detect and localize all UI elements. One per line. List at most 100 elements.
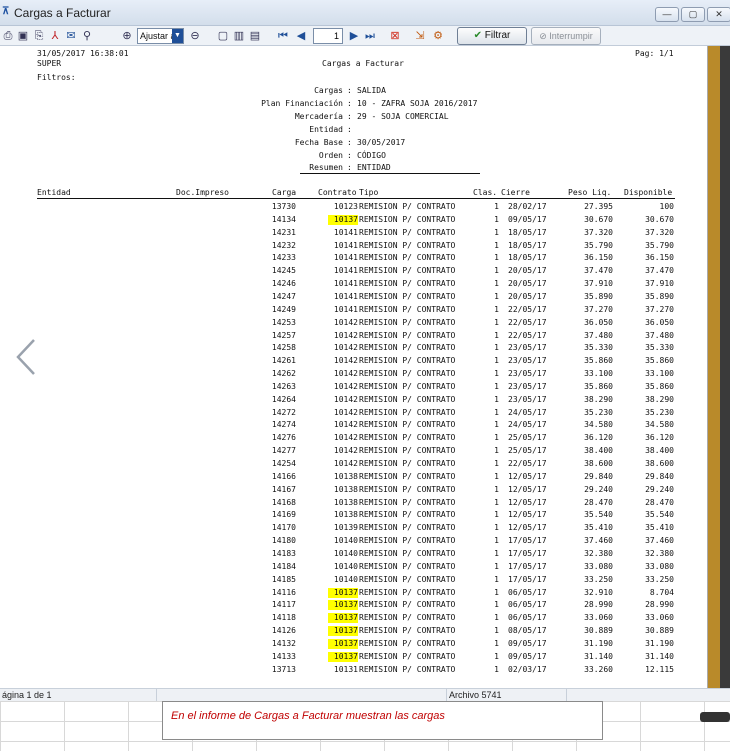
next-page-icon[interactable]: ▶ <box>347 29 361 43</box>
cell-clas: 1 <box>494 471 499 481</box>
prev-page-icon[interactable]: ◀ <box>294 29 308 43</box>
report-user: SUPER <box>37 59 62 68</box>
cell-tipo: REMISION P/ CONTRATO <box>359 343 456 353</box>
cell-carga: 14262 <box>271 369 296 379</box>
cell-cierre: 09/05/17 <box>508 638 547 648</box>
cell-contrato: 10142 <box>333 394 358 404</box>
maximize-button[interactable]: ▢ <box>681 7 705 22</box>
two-pages-icon[interactable]: ▥ <box>232 29 246 43</box>
settings-icon[interactable]: ⚙ <box>431 29 445 43</box>
cell-contrato: 10141 <box>333 253 358 263</box>
cell-contrato: 10138 <box>333 471 358 481</box>
minimize-button[interactable]: — <box>655 7 679 22</box>
cell-tipo: REMISION P/ CONTRATO <box>359 638 456 648</box>
cell-tipo: REMISION P/ CONTRATO <box>359 433 456 443</box>
cell-tipo: REMISION P/ CONTRATO <box>359 536 456 546</box>
last-page-icon[interactable]: ⏭ <box>363 29 377 43</box>
filter-colon: : <box>347 163 352 173</box>
cell-contrato: 10137 <box>327 651 358 662</box>
cell-contrato: 10123 <box>333 202 358 211</box>
cell-peso-liq: 37.910 <box>584 279 613 289</box>
col-contrato: Contrato <box>318 188 357 197</box>
cell-tipo: REMISION P/ CONTRATO <box>359 356 456 366</box>
cell-contrato: 10142 <box>333 407 358 417</box>
filter-label: Resumen <box>309 163 343 173</box>
cell-cierre: 17/05/17 <box>508 536 547 546</box>
filter-colon: : <box>347 124 352 134</box>
stop-icon[interactable]: ⊠ <box>388 29 402 43</box>
zoom-out-icon[interactable]: ⊖ <box>188 29 202 43</box>
cell-clas: 1 <box>494 651 499 661</box>
report-window: ⊼ Cargas a Facturar — ▢ ✕ ⎙ ▣ ⎘ ⅄ ✉ ⚲ ⊕ … <box>0 0 730 751</box>
email-icon[interactable]: ✉ <box>64 29 78 43</box>
cell-tipo: REMISION P/ CONTRATO <box>359 266 456 276</box>
export-icon[interactable]: ⇲ <box>413 29 427 43</box>
cell-tipo: REMISION P/ CONTRATO <box>359 291 456 301</box>
filter-value: ENTIDAD <box>357 163 391 173</box>
cell-carga: 14170 <box>271 523 296 533</box>
cell-carga: 14233 <box>271 253 296 263</box>
cell-peso-liq: 36.050 <box>584 317 613 327</box>
cell-clas: 1 <box>494 240 499 250</box>
cell-contrato: 10141 <box>333 304 358 314</box>
find-icon[interactable]: ⚲ <box>80 29 94 43</box>
cell-peso-liq: 28.470 <box>584 497 613 507</box>
save-icon[interactable]: ▣ <box>16 29 30 43</box>
cell-cierre: 17/05/17 <box>508 574 547 584</box>
cell-clas: 1 <box>494 317 499 327</box>
cell-peso-liq: 35.540 <box>584 510 613 520</box>
cell-contrato: 10142 <box>333 343 358 353</box>
cell-disponible: 38.290 <box>645 394 674 404</box>
cell-cierre: 23/05/17 <box>508 369 547 379</box>
zoom-select[interactable]: Ajustar á ▼ <box>137 28 184 44</box>
cell-disponible: 30.889 <box>645 626 674 636</box>
vertical-scrollbar[interactable] <box>708 46 720 688</box>
cell-contrato: 10141 <box>333 291 358 301</box>
filter-colon: : <box>347 111 352 121</box>
col-disponible: Disponible <box>624 188 673 197</box>
report-preview[interactable]: 31/05/2017 16:38:01 SUPER Cargas a Factu… <box>0 46 708 688</box>
cell-peso-liq: 31.140 <box>584 651 613 661</box>
zoom-icon[interactable]: ⊕ <box>120 29 134 43</box>
cell-cierre: 22/05/17 <box>508 459 547 468</box>
page-number-input[interactable]: 1 <box>313 28 343 44</box>
cell-carga: 14254 <box>271 459 296 468</box>
close-button[interactable]: ✕ <box>707 7 730 22</box>
cell-tipo: REMISION P/ CONTRATO <box>359 600 456 610</box>
cell-peso-liq: 29.840 <box>584 471 613 481</box>
status-archive: Archivo 5741 <box>447 689 567 701</box>
cell-clas: 1 <box>494 638 499 648</box>
print-icon[interactable]: ⎙ <box>1 29 15 43</box>
cell-peso-liq: 37.320 <box>584 227 613 237</box>
cell-tipo: REMISION P/ CONTRATO <box>359 227 456 237</box>
cell-carga: 14277 <box>271 446 296 456</box>
first-page-icon[interactable]: ⏮ <box>276 29 290 43</box>
cell-peso-liq: 28.990 <box>584 600 613 610</box>
print-preview-icon[interactable]: ⎘ <box>32 29 46 43</box>
cell-clas: 1 <box>494 369 499 379</box>
cell-tipo: REMISION P/ CONTRATO <box>359 651 456 661</box>
window-title: Cargas a Facturar <box>14 6 111 20</box>
chevron-down-icon[interactable]: ▼ <box>172 29 183 43</box>
cell-clas: 1 <box>494 214 499 224</box>
cell-peso-liq: 34.580 <box>584 420 613 430</box>
cell-carga: 14132 <box>271 638 296 648</box>
interrumpir-button[interactable]: ⊘ Interrumpir <box>531 27 601 45</box>
pdf-icon[interactable]: ⅄ <box>48 29 62 43</box>
cell-clas: 1 <box>494 253 499 263</box>
cell-tipo: REMISION P/ CONTRATO <box>359 446 456 456</box>
multi-page-icon[interactable]: ▤ <box>248 29 262 43</box>
cell-clas: 1 <box>494 613 499 623</box>
filtrar-button[interactable]: ✔ Filtrar <box>457 27 527 45</box>
filter-colon: : <box>347 150 352 160</box>
single-page-icon[interactable]: ▢ <box>216 29 230 43</box>
cell-carga: 14116 <box>271 587 296 597</box>
interrumpir-label: Interrumpir <box>549 31 593 41</box>
cell-cierre: 02/03/17 <box>508 664 547 674</box>
cell-contrato: 10142 <box>333 330 358 340</box>
cell-contrato: 10141 <box>333 240 358 250</box>
chevron-left-icon[interactable] <box>14 338 38 376</box>
cell-clas: 1 <box>494 266 499 276</box>
cell-cierre: 06/05/17 <box>508 613 547 623</box>
cell-disponible: 33.080 <box>645 561 674 571</box>
